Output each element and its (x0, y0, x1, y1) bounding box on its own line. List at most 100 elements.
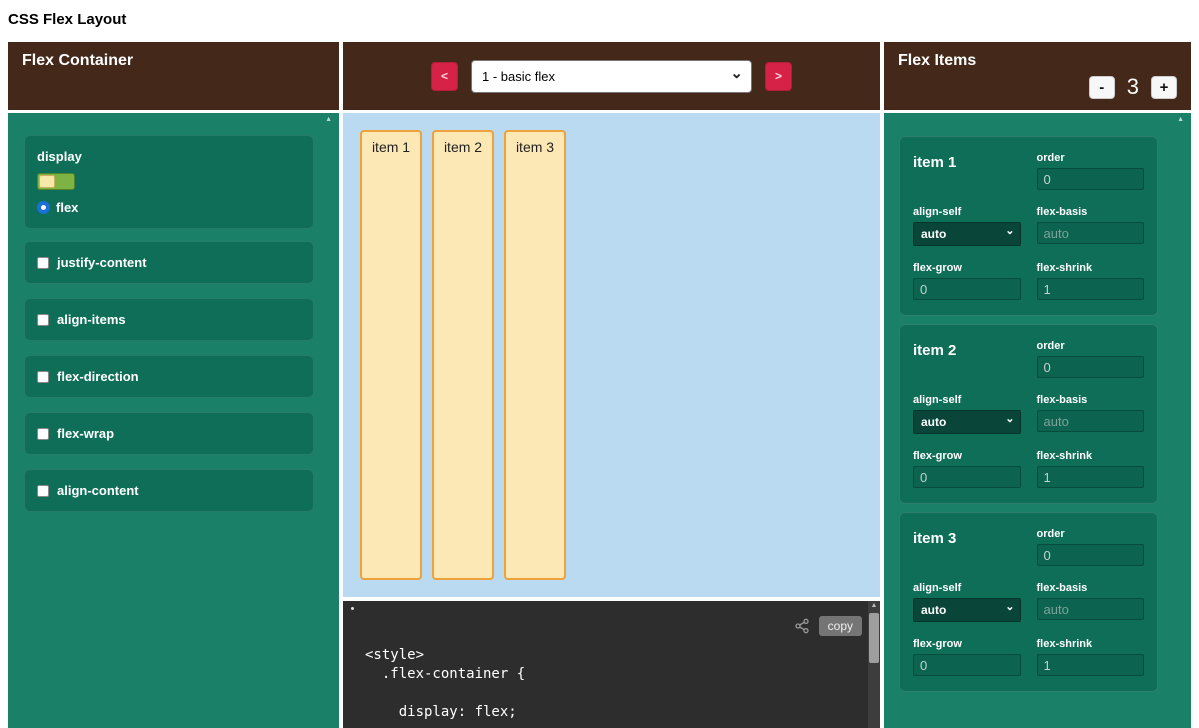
section-label: align-content (57, 483, 139, 498)
page: CSS Flex Layout Flex Container ▲ display… (0, 0, 1199, 728)
align-self-label: align-self (913, 582, 1021, 594)
item-card-1: item 1 order align-self auto ⌄ (899, 136, 1158, 316)
flex-shrink-input[interactable] (1037, 278, 1145, 300)
display-label: display (37, 149, 301, 164)
flex-items-panel: Flex Items - 3 + ▲ item 1 order (884, 42, 1191, 728)
flex-grow-field: flex-grow (913, 450, 1021, 488)
page-title: CSS Flex Layout (0, 0, 1199, 42)
flex-items-header: Flex Items - 3 + (884, 42, 1191, 110)
order-field: order (1037, 340, 1145, 378)
code-scrollbar[interactable]: ▲ (868, 601, 880, 728)
order-input[interactable] (1037, 356, 1145, 378)
order-label: order (1037, 528, 1145, 540)
flex-shrink-label: flex-shrink (1037, 262, 1145, 274)
radio-checked-icon (37, 201, 50, 214)
flex-items-body: ▲ item 1 order align-self auto (884, 113, 1191, 728)
code-line: .flex-container { (365, 665, 525, 684)
order-label: order (1037, 340, 1145, 352)
item-count-controls: - 3 + (1089, 74, 1177, 100)
flex-shrink-field: flex-shrink (1037, 450, 1145, 488)
section-flex-direction: flex-direction (24, 355, 314, 398)
order-input[interactable] (1037, 544, 1145, 566)
flex-container-title: Flex Container (22, 52, 325, 70)
prev-example-button[interactable]: < (431, 62, 458, 91)
flex-shrink-input[interactable] (1037, 466, 1145, 488)
align-self-select[interactable]: auto (913, 410, 1021, 434)
section-justify-content: justify-content (24, 241, 314, 284)
order-input[interactable] (1037, 168, 1145, 190)
code-line (365, 684, 525, 703)
section-label: flex-direction (57, 369, 139, 384)
order-field: order (1037, 528, 1145, 566)
flex-basis-input[interactable] (1037, 410, 1145, 432)
radio-label: flex (56, 200, 78, 215)
flex-grow-input[interactable] (913, 466, 1021, 488)
flex-basis-label: flex-basis (1037, 206, 1145, 218)
align-self-field: align-self auto ⌄ (913, 206, 1021, 246)
section-label: flex-wrap (57, 426, 114, 441)
justify-content-checkbox[interactable] (37, 257, 49, 269)
display-flex-radio[interactable]: flex (37, 200, 301, 215)
flex-direction-checkbox[interactable] (37, 371, 49, 383)
copy-button[interactable]: copy (819, 616, 862, 636)
columns: Flex Container ▲ display flex justif (0, 42, 1199, 728)
flex-grow-input[interactable] (913, 278, 1021, 300)
example-select[interactable]: 1 - basic flex (471, 60, 752, 93)
flex-container-header: Flex Container (8, 42, 339, 110)
item-card-title: item 2 (913, 340, 1021, 378)
flex-grow-field: flex-grow (913, 638, 1021, 676)
flex-basis-input[interactable] (1037, 222, 1145, 244)
flex-shrink-input[interactable] (1037, 654, 1145, 676)
section-label: align-items (57, 312, 126, 327)
flex-basis-label: flex-basis (1037, 394, 1145, 406)
align-content-checkbox[interactable] (37, 485, 49, 497)
scroll-up-icon[interactable]: ▲ (1177, 116, 1184, 124)
align-self-select[interactable]: auto (913, 598, 1021, 622)
scroll-up-icon[interactable]: ▲ (325, 116, 332, 124)
display-toggle[interactable] (37, 173, 75, 190)
flex-shrink-field: flex-shrink (1037, 638, 1145, 676)
scroll-up-icon[interactable]: ▲ (868, 602, 880, 609)
item-card-title: item 3 (913, 528, 1021, 566)
scrollbar-thumb[interactable] (869, 613, 879, 663)
display-card: display flex (24, 135, 314, 229)
align-self-select[interactable]: auto (913, 222, 1021, 246)
add-item-button[interactable]: + (1151, 76, 1177, 99)
code-toolbar: copy (794, 616, 862, 636)
align-self-label: align-self (913, 394, 1021, 406)
example-select-wrap: 1 - basic flex ⌄ (471, 60, 752, 93)
next-example-button[interactable]: > (765, 62, 792, 91)
flex-grow-label: flex-grow (913, 262, 1021, 274)
align-self-select-wrap: auto ⌄ (913, 410, 1021, 434)
flex-grow-input[interactable] (913, 654, 1021, 676)
demo-item-3: item 3 (504, 130, 566, 580)
toggle-knob-icon (39, 175, 55, 188)
code-panel: copy <style> .flex-container { display: … (343, 601, 880, 728)
code-block: <style> .flex-container { display: flex; (365, 646, 525, 722)
share-icon[interactable] (794, 618, 810, 634)
item-card-2: item 2 order align-self auto ⌄ (899, 324, 1158, 504)
item-card-title: item 1 (913, 152, 1021, 190)
flex-basis-field: flex-basis (1037, 394, 1145, 434)
flex-basis-label: flex-basis (1037, 582, 1145, 594)
flex-items-title: Flex Items (898, 52, 1177, 70)
section-flex-wrap: flex-wrap (24, 412, 314, 455)
remove-item-button[interactable]: - (1089, 76, 1115, 99)
item-card-3: item 3 order align-self auto ⌄ (899, 512, 1158, 692)
example-chooser-header: < 1 - basic flex ⌄ > (343, 42, 880, 110)
flex-wrap-checkbox[interactable] (37, 428, 49, 440)
flex-basis-input[interactable] (1037, 598, 1145, 620)
preview-panel: < 1 - basic flex ⌄ > item 1 item 2 item … (343, 42, 880, 728)
item-count: 3 (1127, 74, 1139, 100)
align-self-label: align-self (913, 206, 1021, 218)
section-align-items: align-items (24, 298, 314, 341)
align-self-field: align-self auto ⌄ (913, 394, 1021, 434)
align-items-checkbox[interactable] (37, 314, 49, 326)
code-cursor-dot (351, 607, 354, 610)
section-label: justify-content (57, 255, 147, 270)
flex-container-panel: Flex Container ▲ display flex justif (8, 42, 339, 728)
flex-grow-label: flex-grow (913, 638, 1021, 650)
demo-item-1: item 1 (360, 130, 422, 580)
flex-grow-field: flex-grow (913, 262, 1021, 300)
flex-container-body: ▲ display flex justify-content (8, 113, 339, 728)
